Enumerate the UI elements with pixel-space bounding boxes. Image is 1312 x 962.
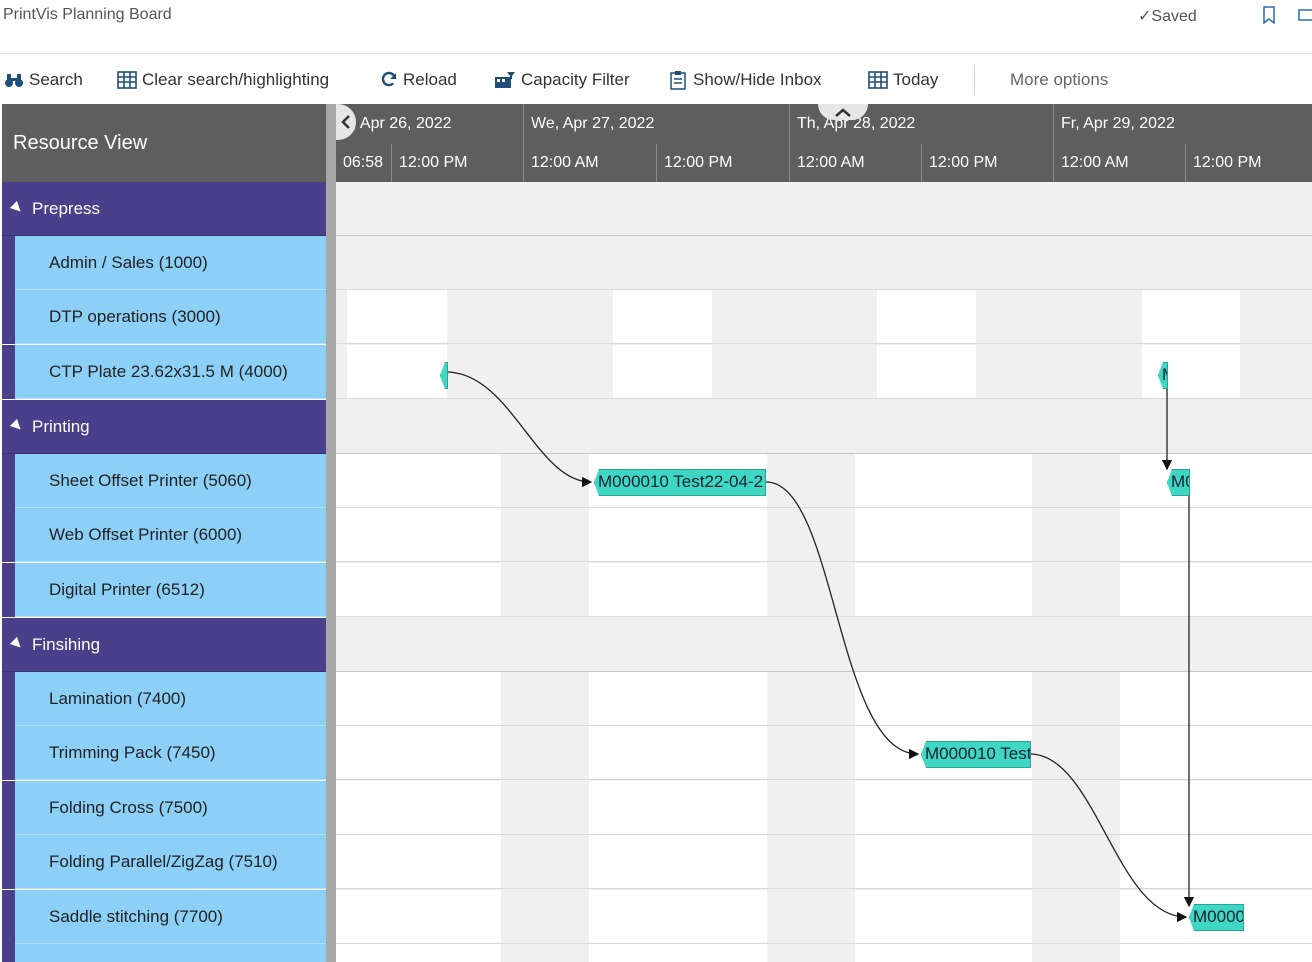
gantt-lane <box>336 563 1312 617</box>
hour-tick: 12:00 PM <box>656 144 789 182</box>
grid-icon <box>117 71 137 89</box>
resource-row[interactable]: DTP operations (3000) <box>2 290 326 344</box>
hour-tick: 12:00 AM <box>523 144 656 182</box>
show-hide-inbox-button[interactable]: Show/Hide Inbox <box>668 68 822 92</box>
toolbar-divider <box>974 65 975 95</box>
gantt-lane <box>336 781 1312 835</box>
gantt-area[interactable]: M000010 Test22-04-2 M000010 Test M0000 M… <box>336 182 1312 962</box>
resource-row[interactable]: Trimming Pack (7450) <box>2 726 326 780</box>
inbox-icon <box>670 71 686 90</box>
clear-search-button[interactable]: Clear search/highlighting <box>117 68 329 92</box>
resource-row[interactable]: Admin / Sales (1000) <box>2 236 326 290</box>
hour-tick: 12:00 PM <box>1185 144 1312 182</box>
gantt-group-lane <box>336 618 1312 672</box>
resource-row[interactable]: Saddle stitching (7700) <box>2 890 326 944</box>
resource-row[interactable] <box>2 944 326 962</box>
chevron-left-icon <box>341 115 350 129</box>
resource-view-header: Resource View <box>2 104 326 182</box>
title-bar: PrintVis Planning Board ✓Saved <box>0 0 1312 54</box>
gantt-lane <box>336 944 1312 962</box>
more-options-button[interactable]: More options <box>1010 68 1108 92</box>
job-bar[interactable]: M000010 Test <box>921 741 1031 768</box>
binoculars-icon <box>5 74 23 87</box>
resource-row[interactable]: Web Offset Printer (6000) <box>2 508 326 562</box>
chevron-up-icon <box>835 108 851 117</box>
bookmark-icon[interactable] <box>1262 6 1276 25</box>
gantt-group-lane <box>336 400 1312 454</box>
panel-splitter[interactable] <box>326 104 336 962</box>
expand-window-icon[interactable] <box>1298 6 1312 24</box>
gantt-lane <box>336 290 1312 344</box>
hour-tick: 12:00 PM <box>921 144 1053 182</box>
calendar-icon <box>868 71 888 89</box>
page-title: PrintVis Planning Board <box>3 6 172 23</box>
resource-list: Prepress Admin / Sales (1000) DTP operat… <box>2 182 326 962</box>
collapse-triangle-icon <box>9 418 25 434</box>
gantt-lane <box>336 890 1312 944</box>
hour-tick: 06:58 <box>343 154 384 171</box>
capacity-filter-button[interactable]: Capacity Filter <box>494 68 630 92</box>
gantt-lane <box>336 236 1312 290</box>
check-icon: ✓ <box>1138 8 1152 25</box>
resource-row[interactable]: Digital Printer (6512) <box>2 563 326 617</box>
resource-row[interactable]: CTP Plate 23.62x31.5 M (4000) <box>2 345 326 399</box>
gantt-group-lane <box>336 182 1312 236</box>
resource-row[interactable]: Folding Cross (7500) <box>2 781 326 835</box>
resource-row[interactable]: Lamination (7400) <box>2 672 326 726</box>
collapse-triangle-icon <box>9 200 25 216</box>
job-bar[interactable]: M000010 Test22-04-2 <box>594 469 766 496</box>
search-button[interactable]: Search <box>4 68 83 92</box>
resource-row[interactable]: Sheet Offset Printer (5060) <box>2 454 326 508</box>
hour-tick: 12:00 AM <box>1053 144 1185 182</box>
resource-row[interactable]: Folding Parallel/ZigZag (7510) <box>2 835 326 889</box>
collapse-triangle-icon <box>9 636 25 652</box>
group-row-printing[interactable]: Printing <box>2 400 326 454</box>
planning-board: Resource View u, Apr 26, 2022 We, Apr 27… <box>0 104 1312 962</box>
gantt-lane <box>336 835 1312 889</box>
today-button[interactable]: Today <box>868 68 938 92</box>
hour-tick: 12:00 AM <box>789 144 921 182</box>
hour-tick: 12:00 PM <box>391 144 523 182</box>
gantt-lane <box>336 454 1312 508</box>
gantt-lane <box>336 508 1312 562</box>
saved-status: ✓Saved <box>1138 8 1197 25</box>
group-row-finishing[interactable]: Finsihing <box>2 618 326 672</box>
reload-icon <box>381 71 397 87</box>
gantt-lane <box>336 672 1312 726</box>
group-row-prepress[interactable]: Prepress <box>2 182 326 236</box>
gantt-lane <box>336 726 1312 780</box>
capacity-filter-icon <box>495 72 515 88</box>
reload-button[interactable]: Reload <box>380 68 457 92</box>
job-bar[interactable]: M0000 <box>1189 904 1244 931</box>
toolbar: Search Clear search/highlighting Reload … <box>0 56 1312 104</box>
